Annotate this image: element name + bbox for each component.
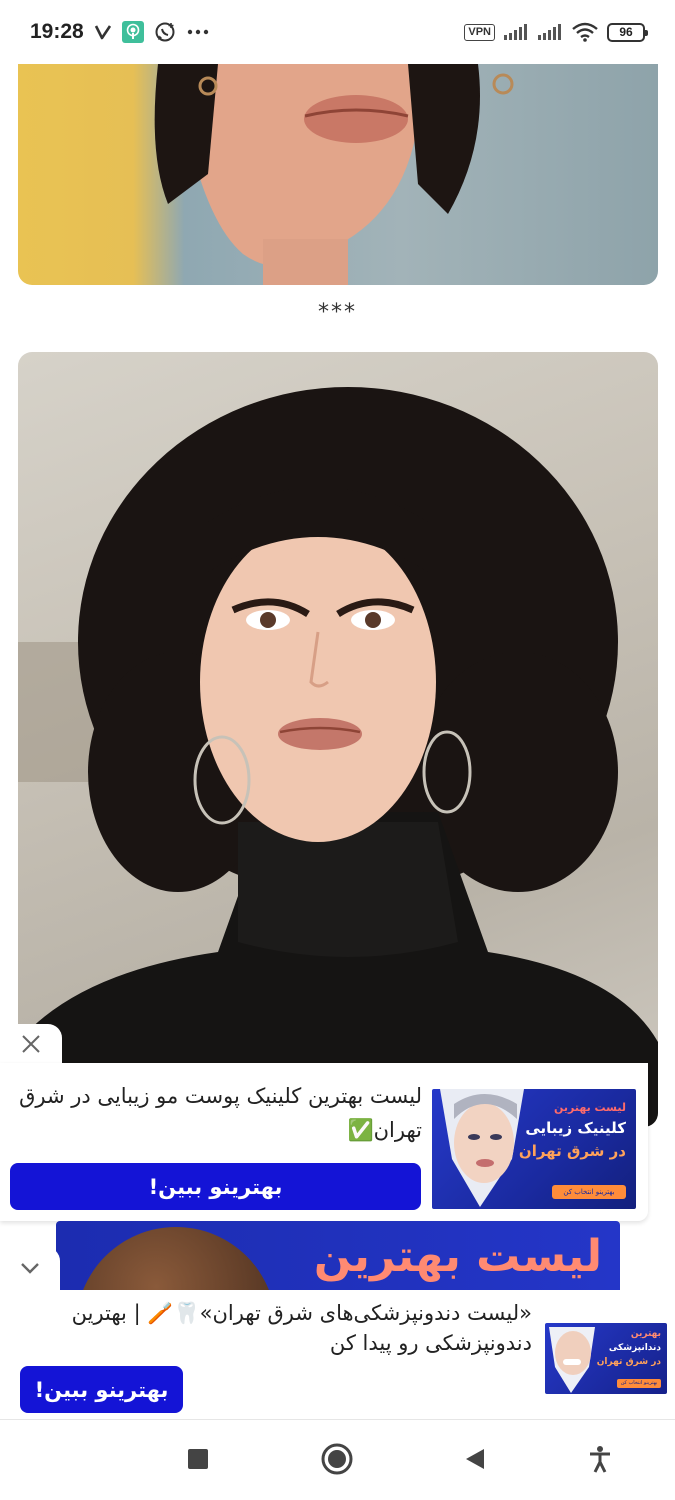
ad1-text[interactable]: لیست بهترین کلینیک پوست مو زیبایی در شرق… <box>18 1079 422 1147</box>
ad1-card[interactable]: لیست بهترین کلینیک پوست مو زیبایی در شرق… <box>0 1063 648 1221</box>
ad2-cta-button[interactable]: بهترینو ببین! <box>20 1366 183 1413</box>
signal-icon-2 <box>537 23 563 41</box>
status-left: 19:28 <box>30 20 210 44</box>
photo-top <box>18 64 658 285</box>
ad1-banner-title: کلینیک زیبایی <box>525 1119 626 1137</box>
wifi-icon <box>571 22 599 42</box>
recents-button[interactable] <box>176 1439 220 1483</box>
photo-main[interactable] <box>18 352 658 1127</box>
ad1-banner-subtitle: در شرق تهران <box>518 1142 626 1160</box>
ad2-banner-title: دندانپزشکی <box>608 1343 661 1353</box>
square-icon <box>187 1448 209 1474</box>
ad1-banner-pill: بهترینو انتخاب کن <box>552 1185 626 1199</box>
photo-top-illustration <box>154 64 514 285</box>
home-circle-icon <box>321 1443 353 1479</box>
ad1-cta-button[interactable]: بهترینو ببین! <box>10 1163 421 1210</box>
ad1-banner-small-text: لیست بهترین <box>553 1101 626 1114</box>
v-carrier-icon <box>94 23 112 41</box>
ad2-banner-pill: بهترینو انتخاب کن <box>617 1379 661 1388</box>
accessibility-icon <box>588 1445 612 1477</box>
ad2-banner-subtitle: در شرق تهران <box>596 1357 661 1367</box>
ad2-text[interactable]: «لیست دندونپزشکی‌های شرق تهران»🦷🪥 | بهتر… <box>20 1298 532 1358</box>
podcast-app-icon <box>121 21 144 43</box>
large-banner-strip[interactable]: لیست بهترین <box>56 1221 620 1291</box>
ad2-card[interactable]: «لیست دندونپزشکی‌های شرق تهران»🦷🪥 | بهتر… <box>0 1290 675 1420</box>
chevron-down-icon <box>19 1260 41 1279</box>
banner-strip-photo <box>76 1227 276 1291</box>
accessibility-button[interactable] <box>578 1439 622 1483</box>
status-time: 19:28 <box>30 20 84 43</box>
ad1-banner-image[interactable]: لیست بهترین کلینیک زیبایی در شرق تهران ب… <box>432 1089 636 1209</box>
whatsapp-icon <box>154 21 176 43</box>
ad2-banner-image[interactable]: بهترین دندانپزشکی در شرق تهران بهترینو ا… <box>545 1323 667 1394</box>
ad1-close-button[interactable] <box>0 1024 62 1068</box>
signal-icon-1 <box>503 23 529 41</box>
vpn-badge: VPN <box>464 23 495 41</box>
ad2-collapse-button[interactable] <box>0 1247 60 1291</box>
close-icon <box>20 1033 42 1059</box>
photo-main-illustration <box>18 387 658 1127</box>
system-navigation-bar <box>0 1421 675 1500</box>
status-bar: 19:28 VPN 96 <box>0 0 675 64</box>
more-dots-icon <box>186 28 210 36</box>
ad2-banner-small-text: بهترین <box>630 1329 661 1339</box>
banner-strip-text: لیست بهترین <box>313 1231 602 1282</box>
home-button[interactable] <box>315 1439 359 1483</box>
status-right: VPN 96 <box>464 22 648 42</box>
back-triangle-icon <box>464 1447 486 1475</box>
back-button[interactable] <box>453 1439 497 1483</box>
section-separator: *** <box>318 300 357 325</box>
battery-indicator: 96 <box>607 22 648 42</box>
